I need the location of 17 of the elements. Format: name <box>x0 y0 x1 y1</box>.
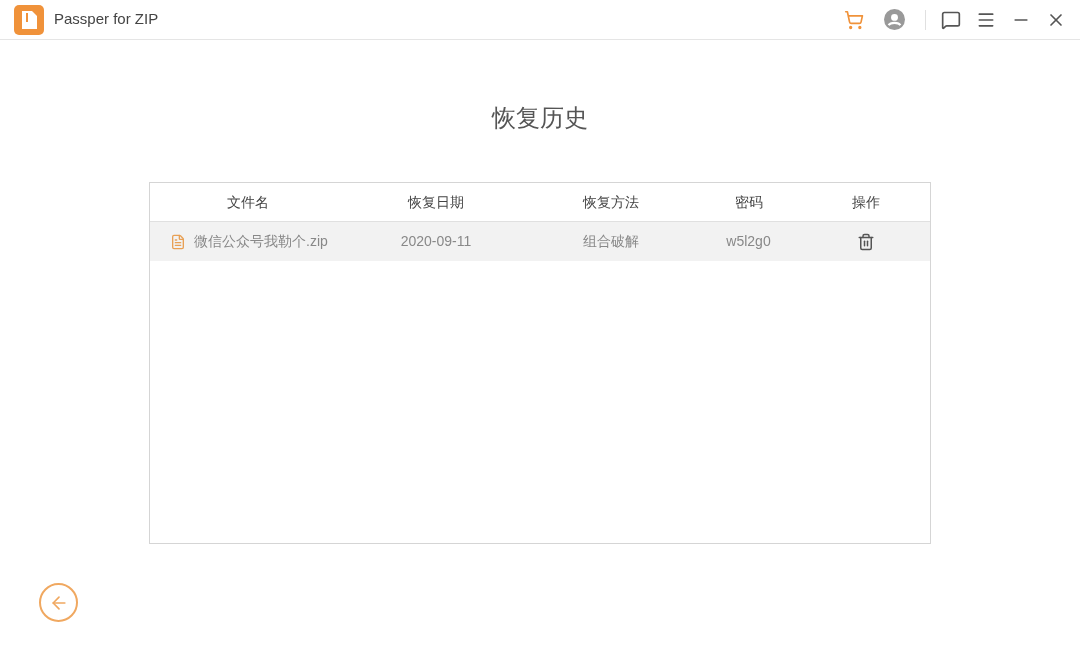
window-title: Passper for ZIP <box>54 9 159 30</box>
column-header: 操作 <box>851 192 880 212</box>
delete-button[interactable] <box>856 232 875 251</box>
column-header: 恢复方法 <box>583 192 639 212</box>
table-cell-text: 组合破解 <box>583 232 639 251</box>
column-header: 恢复日期 <box>408 192 464 212</box>
table-cell-text: w5l2g0 <box>726 232 771 251</box>
feedback-icon[interactable] <box>941 9 961 30</box>
column-header: 文件名 <box>227 192 269 212</box>
table-cell-text: 2020-09-11 <box>400 232 472 251</box>
app-logo-icon <box>14 4 44 35</box>
column-header: 密码 <box>734 192 763 212</box>
account-icon[interactable] <box>884 9 905 30</box>
trash-icon <box>856 232 875 251</box>
page-title: 恢复历史 <box>492 103 588 133</box>
table-cell-text: 微信公众号我勒个.zip <box>194 232 328 251</box>
file-icon <box>170 233 186 250</box>
